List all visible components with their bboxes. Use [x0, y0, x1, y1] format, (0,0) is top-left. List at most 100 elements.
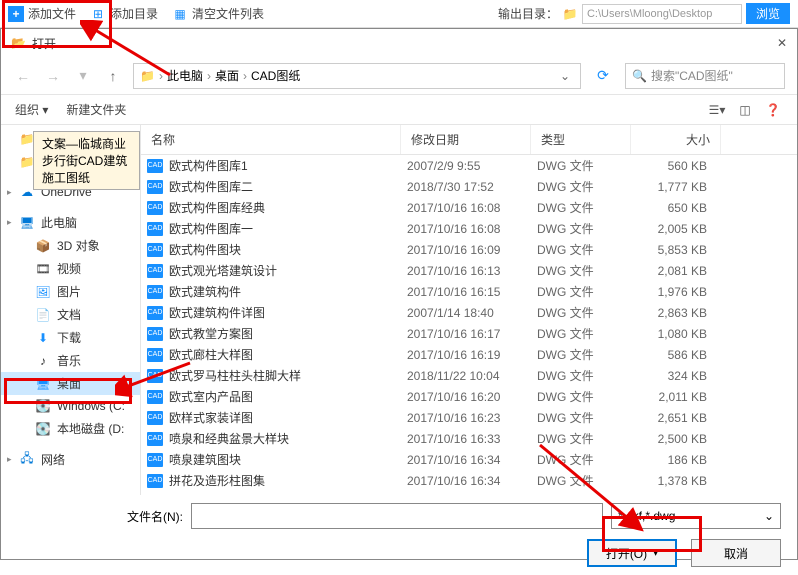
file-date: 2017/10/16 16:33	[407, 432, 537, 446]
file-row[interactable]: CAD欧式构件图块2017/10/16 16:09DWG 文件5,853 KB	[141, 239, 797, 260]
file-row[interactable]: CAD欧式建筑构件详图2007/1/14 18:40DWG 文件2,863 KB	[141, 302, 797, 323]
file-row[interactable]: CAD欧式构件图库二2018/7/30 17:52DWG 文件1,777 KB	[141, 176, 797, 197]
file-row[interactable]: CAD喷泉建筑图块2017/10/16 16:34DWG 文件186 KB	[141, 449, 797, 470]
file-row[interactable]: CAD欧式教堂方案图2017/10/16 16:17DWG 文件1,080 KB	[141, 323, 797, 344]
close-icon[interactable]: ✕	[777, 36, 787, 50]
file-name: 欧式教堂方案图	[169, 325, 253, 342]
sidebar-item[interactable]: 💽Windows (C:	[1, 395, 140, 417]
cad-file-icon: CAD	[147, 159, 163, 173]
file-size: 186 KB	[637, 453, 727, 467]
breadcrumb[interactable]: 📁 › 此电脑 › 桌面 › CAD图纸 ⌄	[133, 63, 581, 89]
col-date[interactable]: 修改日期	[401, 125, 531, 154]
sidebar-item[interactable]: ♪音乐	[1, 349, 140, 372]
file-row[interactable]: CAD欧式室内产品图2017/10/16 16:20DWG 文件2,011 KB	[141, 386, 797, 407]
cad-file-icon: CAD	[147, 222, 163, 236]
plus-icon: +	[8, 6, 24, 22]
sidebar-item-label: 网络	[41, 451, 65, 468]
organize-button[interactable]: 组织 ▾	[15, 101, 48, 118]
cad-file-icon: CAD	[147, 390, 163, 404]
file-date: 2017/10/16 16:20	[407, 390, 537, 404]
filename-input[interactable]	[191, 503, 603, 529]
dialog-footer: 文件名(N): *.dxf,*.dwg ⌄ 打开(O)▾ 取消	[1, 495, 797, 575]
sidebar-item[interactable]: 📄文档	[1, 303, 140, 326]
preview-pane-icon[interactable]: ◫	[735, 100, 755, 120]
file-row[interactable]: CAD喷泉和经典盆景大样块2017/10/16 16:33DWG 文件2,500…	[141, 428, 797, 449]
file-size: 560 KB	[637, 159, 727, 173]
chevron-right-icon: ›	[159, 69, 163, 83]
file-date: 2007/1/14 18:40	[407, 306, 537, 320]
back-arrow-icon[interactable]: ←	[13, 66, 33, 86]
sidebar-item[interactable]: 🖧 网络	[1, 448, 140, 471]
cad-file-icon: CAD	[147, 180, 163, 194]
dialog-title-bar: 📂 打开 ✕	[1, 29, 797, 57]
dropdown-arrow-icon[interactable]: ▾	[73, 66, 93, 86]
file-name: 拼花及造形柱图集	[169, 472, 265, 489]
sidebar-item[interactable]: 🖼图片	[1, 280, 140, 303]
add-folder-button[interactable]: ⊞ 添加目录	[90, 5, 158, 22]
forward-arrow-icon[interactable]: →	[43, 66, 63, 86]
file-type: DWG 文件	[537, 262, 637, 279]
sidebar-item[interactable]: 📦3D 对象	[1, 234, 140, 257]
search-input[interactable]: 🔍 搜索"CAD图纸"	[625, 63, 785, 89]
file-date: 2018/11/22 10:04	[407, 369, 537, 383]
open-file-dialog: 📂 打开 ✕ ← → ▾ ↑ 📁 › 此电脑 › 桌面 › CAD图纸 ⌄ ⟳ …	[0, 28, 798, 560]
refresh-icon[interactable]: ⟳	[591, 67, 615, 84]
file-type: DWG 文件	[537, 325, 637, 342]
sidebar-item[interactable]: 🖥此电脑	[1, 211, 140, 234]
file-row[interactable]: CAD欧式廊柱大样图2017/10/16 16:19DWG 文件586 KB	[141, 344, 797, 365]
file-row[interactable]: CAD欧式构件图库经典2017/10/16 16:08DWG 文件650 KB	[141, 197, 797, 218]
chevron-down-icon[interactable]: ⌄	[556, 69, 574, 83]
app-toolbar: + 添加文件 ⊞ 添加目录 ▦ 清空文件列表 输出目录： 📁 浏览	[0, 0, 798, 28]
sidebar-item-icon: 🖧	[19, 452, 35, 468]
sidebar-item[interactable]: 🖥桌面	[1, 372, 140, 395]
file-type: DWG 文件	[537, 304, 637, 321]
file-type: DWG 文件	[537, 283, 637, 300]
file-row[interactable]: CAD欧式构件图库12007/2/9 9:55DWG 文件560 KB	[141, 155, 797, 176]
file-date: 2017/10/16 16:17	[407, 327, 537, 341]
view-mode-icon[interactable]: ☰▾	[707, 100, 727, 120]
col-type[interactable]: 类型	[531, 125, 631, 154]
file-type: DWG 文件	[537, 388, 637, 405]
file-row[interactable]: CAD欧样式家装详图2017/10/16 16:23DWG 文件2,651 KB	[141, 407, 797, 428]
file-type-filter[interactable]: *.dxf,*.dwg ⌄	[611, 503, 781, 529]
breadcrumb-item[interactable]: 此电脑	[167, 67, 203, 84]
col-name[interactable]: 名称	[141, 125, 401, 154]
file-type: DWG 文件	[537, 409, 637, 426]
file-size: 1,378 KB	[637, 474, 727, 488]
col-size[interactable]: 大小	[631, 125, 721, 154]
file-row[interactable]: CAD欧式罗马柱柱头柱脚大样2018/11/22 10:04DWG 文件324 …	[141, 365, 797, 386]
output-path-input[interactable]	[582, 4, 742, 24]
cancel-button[interactable]: 取消	[691, 539, 781, 567]
file-row[interactable]: CAD欧式构件图库一2017/10/16 16:08DWG 文件2,005 KB	[141, 218, 797, 239]
cad-file-icon: CAD	[147, 453, 163, 467]
up-arrow-icon[interactable]: ↑	[103, 66, 123, 86]
file-date: 2017/10/16 16:09	[407, 243, 537, 257]
browse-button[interactable]: 浏览	[746, 3, 790, 24]
file-row[interactable]: CAD欧式建筑构件2017/10/16 16:15DWG 文件1,976 KB	[141, 281, 797, 302]
sidebar-item[interactable]: ⬇下载	[1, 326, 140, 349]
file-name: 欧式构件图库二	[169, 178, 253, 195]
cad-file-icon: CAD	[147, 474, 163, 488]
file-name: 欧式廊柱大样图	[169, 346, 253, 363]
chevron-right-icon: ›	[207, 69, 211, 83]
add-file-button[interactable]: + 添加文件	[8, 5, 76, 22]
file-row[interactable]: CAD拼花及造形柱图集2017/10/16 16:34DWG 文件1,378 K…	[141, 470, 797, 491]
file-size: 2,863 KB	[637, 306, 727, 320]
breadcrumb-item[interactable]: 桌面	[215, 67, 239, 84]
file-size: 5,853 KB	[637, 243, 727, 257]
sidebar-item[interactable]: 🎞视频	[1, 257, 140, 280]
sidebar-item-icon: 🖥	[35, 376, 51, 392]
help-icon[interactable]: ❓	[763, 100, 783, 120]
new-folder-button[interactable]: 新建文件夹	[66, 101, 126, 118]
sidebar: 文案—临城商业步行街CAD建筑施工图纸 📁文案—临城商📁文案—星级酒☁OneDr…	[1, 125, 141, 495]
open-button[interactable]: 打开(O)▾	[587, 539, 677, 567]
breadcrumb-item[interactable]: CAD图纸	[251, 67, 300, 84]
file-type: DWG 文件	[537, 220, 637, 237]
file-date: 2017/10/16 16:08	[407, 201, 537, 215]
clear-list-button[interactable]: ▦ 清空文件列表	[172, 5, 264, 22]
file-row[interactable]: CAD欧式观光塔建筑设计2017/10/16 16:13DWG 文件2,081 …	[141, 260, 797, 281]
nav-bar: ← → ▾ ↑ 📁 › 此电脑 › 桌面 › CAD图纸 ⌄ ⟳ 🔍 搜索"CA…	[1, 57, 797, 95]
sidebar-item[interactable]: 💽本地磁盘 (D:	[1, 417, 140, 440]
sidebar-item-icon: 🖼	[35, 284, 51, 300]
file-list: 名称 修改日期 类型 大小 CAD欧式构件图库12007/2/9 9:55DWG…	[141, 125, 797, 495]
